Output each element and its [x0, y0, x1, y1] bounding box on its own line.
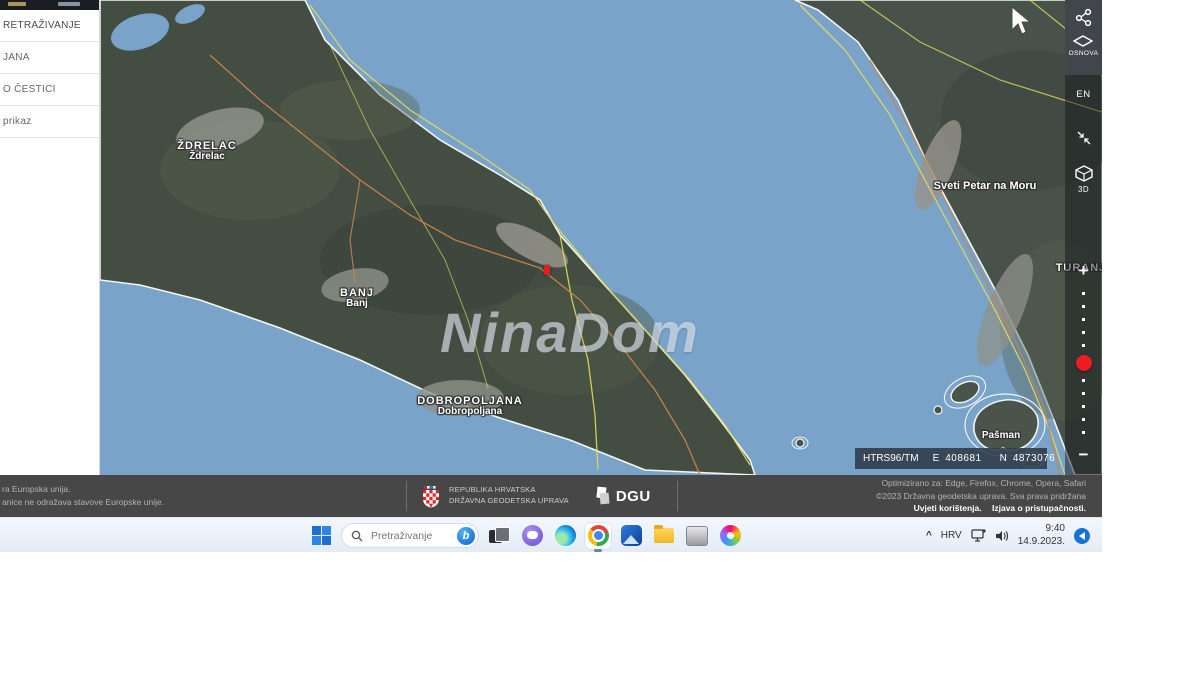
zoom-level-dot[interactable] — [1082, 418, 1085, 421]
map-label-sveti-petar: Sveti Petar na Moru — [934, 180, 1037, 192]
layers-diamond-icon — [1073, 35, 1093, 47]
sidebar-item-o-cestici[interactable]: O ČESTICI — [0, 74, 99, 106]
footer-divider — [677, 481, 678, 511]
zoom-level-dot[interactable] — [1082, 292, 1085, 295]
eu-funding-note: ra Europska unija. anice ne odražava sta… — [0, 483, 392, 509]
network-icon[interactable] — [971, 529, 986, 542]
chat-icon — [522, 525, 543, 546]
government-branding: REPUBLIKA HRVATSKA DRŽAVNA GEODETSKA UPR… — [421, 485, 569, 508]
map-toolbar: OSNOVA EN 3D — [1065, 0, 1102, 475]
cube-3d-icon — [1075, 165, 1093, 182]
geoportal-window: ="" — [0, 0, 1102, 552]
easting-value: 408681 — [945, 453, 981, 464]
share-icon — [1075, 8, 1093, 26]
collapse-arrows-icon — [1076, 130, 1092, 146]
zoom-level-dot[interactable] — [1082, 318, 1085, 321]
toolbar-top-group: OSNOVA — [1065, 0, 1102, 75]
language-indicator[interactable]: HRV — [941, 530, 962, 541]
share-button[interactable] — [1075, 8, 1093, 26]
toolbar-lower-group: EN 3D + — [1065, 75, 1102, 475]
taskbar-center-group: b — [308, 518, 743, 553]
map-label-zdrelac: ŽDRELAC Ždrelac — [177, 140, 237, 162]
header-fragment-icon — [8, 2, 26, 6]
map-label-pasman: Pašman — [982, 430, 1020, 441]
selected-parcel-marker — [544, 265, 550, 275]
page-footer: ra Europska unija. anice ne odražava sta… — [0, 475, 1102, 517]
task-view-button[interactable] — [486, 523, 512, 549]
collapse-view-button[interactable] — [1065, 130, 1102, 146]
dgu-logo: DGU — [595, 485, 651, 507]
3d-view-button[interactable]: 3D — [1065, 165, 1102, 194]
windows-logo-icon — [312, 526, 331, 545]
sidebar-item-pretrazivanje[interactable]: RETRAŽIVANJE — [0, 10, 99, 42]
paint-icon — [720, 525, 741, 546]
map-canvas[interactable]: ="" — [100, 0, 1102, 475]
edge-icon — [555, 525, 576, 546]
zoom-out-button[interactable]: − — [1079, 447, 1089, 465]
chat-app-button[interactable] — [519, 523, 545, 549]
utility-app-button[interactable] — [684, 523, 710, 549]
map-label-banj: BANJ Banj — [340, 287, 374, 309]
taskbar-search[interactable]: b — [341, 523, 479, 548]
taskbar-tray: ^ HRV 9:40 14.9.2023. — [926, 518, 1090, 553]
satellite-terrain: ="" — [100, 0, 1102, 475]
map-label-dobropoljana: DOBROPOLJANA Dobropoljana — [417, 395, 523, 417]
easting-label: E — [933, 453, 940, 464]
start-button[interactable] — [308, 523, 334, 549]
footer-legal: Optimizirano za: Edge, Firefox, Chrome, … — [876, 477, 1086, 515]
windows-taskbar: b ^ HRV — [0, 517, 1102, 552]
zoom-level-dot[interactable] — [1082, 431, 1085, 434]
zoom-level-dot[interactable] — [1082, 344, 1085, 347]
tray-time: 9:40 — [1018, 523, 1065, 536]
coordinate-bar: HTRS96/TM E 408681 N 4873076 — [855, 448, 1047, 469]
tray-date: 14.9.2023. — [1018, 536, 1065, 549]
zoom-control: + − — [1065, 263, 1102, 465]
terms-link[interactable]: Uvjeti korištenja. — [914, 503, 982, 513]
search-input[interactable] — [369, 529, 457, 543]
footer-divider — [406, 481, 407, 511]
file-explorer-button[interactable] — [651, 523, 677, 549]
sidebar-header-strip — [0, 0, 99, 10]
zoom-slider-knob[interactable] — [1076, 355, 1092, 371]
zoom-level-dot[interactable] — [1082, 392, 1085, 395]
left-sidebar: RETRAŽIVANJE JANA O ČESTICI prikaz — [0, 0, 100, 475]
utility-app-icon — [686, 526, 708, 546]
search-icon — [351, 530, 363, 542]
government-name: REPUBLIKA HRVATSKA DRŽAVNA GEODETSKA UPR… — [449, 485, 569, 507]
zoom-level-dot[interactable] — [1082, 379, 1085, 382]
sidebar-item-jana[interactable]: JANA — [0, 42, 99, 74]
folder-icon — [654, 528, 674, 543]
desktop: ="" — [0, 0, 1200, 675]
bing-icon[interactable]: b — [457, 527, 475, 545]
photos-app-button[interactable] — [618, 523, 644, 549]
language-toggle-button[interactable]: EN — [1065, 89, 1102, 100]
accessibility-link[interactable]: Izjava o pristupačnosti. — [992, 503, 1086, 513]
sidebar-item-prikaz[interactable]: prikaz — [0, 106, 99, 138]
header-fragment-icon — [58, 2, 80, 6]
chrome-browser-button[interactable] — [585, 523, 611, 549]
northing-label: N — [1000, 453, 1007, 464]
speaker-icon[interactable] — [995, 530, 1009, 542]
osnova-basemap-button[interactable]: OSNOVA — [1069, 35, 1099, 57]
croatian-coat-of-arms-icon — [421, 485, 441, 508]
chrome-icon — [588, 525, 609, 546]
crs-label: HTRS96/TM — [863, 453, 919, 464]
edge-browser-button[interactable] — [552, 523, 578, 549]
zoom-slider[interactable] — [1076, 287, 1092, 439]
photos-icon — [621, 525, 642, 546]
mouse-cursor-icon — [1010, 6, 1032, 36]
zoom-level-dot[interactable] — [1082, 305, 1085, 308]
zoom-level-dot[interactable] — [1082, 405, 1085, 408]
clock[interactable]: 9:40 14.9.2023. — [1018, 523, 1065, 548]
notification-badge[interactable] — [1074, 528, 1090, 544]
dgu-logo-icon — [595, 485, 611, 507]
tray-expand-button[interactable]: ^ — [926, 530, 932, 541]
paint-app-button[interactable] — [717, 523, 743, 549]
notification-arrow-icon — [1079, 532, 1085, 540]
northing-value: 4873076 — [1013, 453, 1055, 464]
task-view-icon — [489, 527, 509, 545]
zoom-level-dot[interactable] — [1082, 331, 1085, 334]
zoom-in-button[interactable]: + — [1079, 263, 1089, 281]
